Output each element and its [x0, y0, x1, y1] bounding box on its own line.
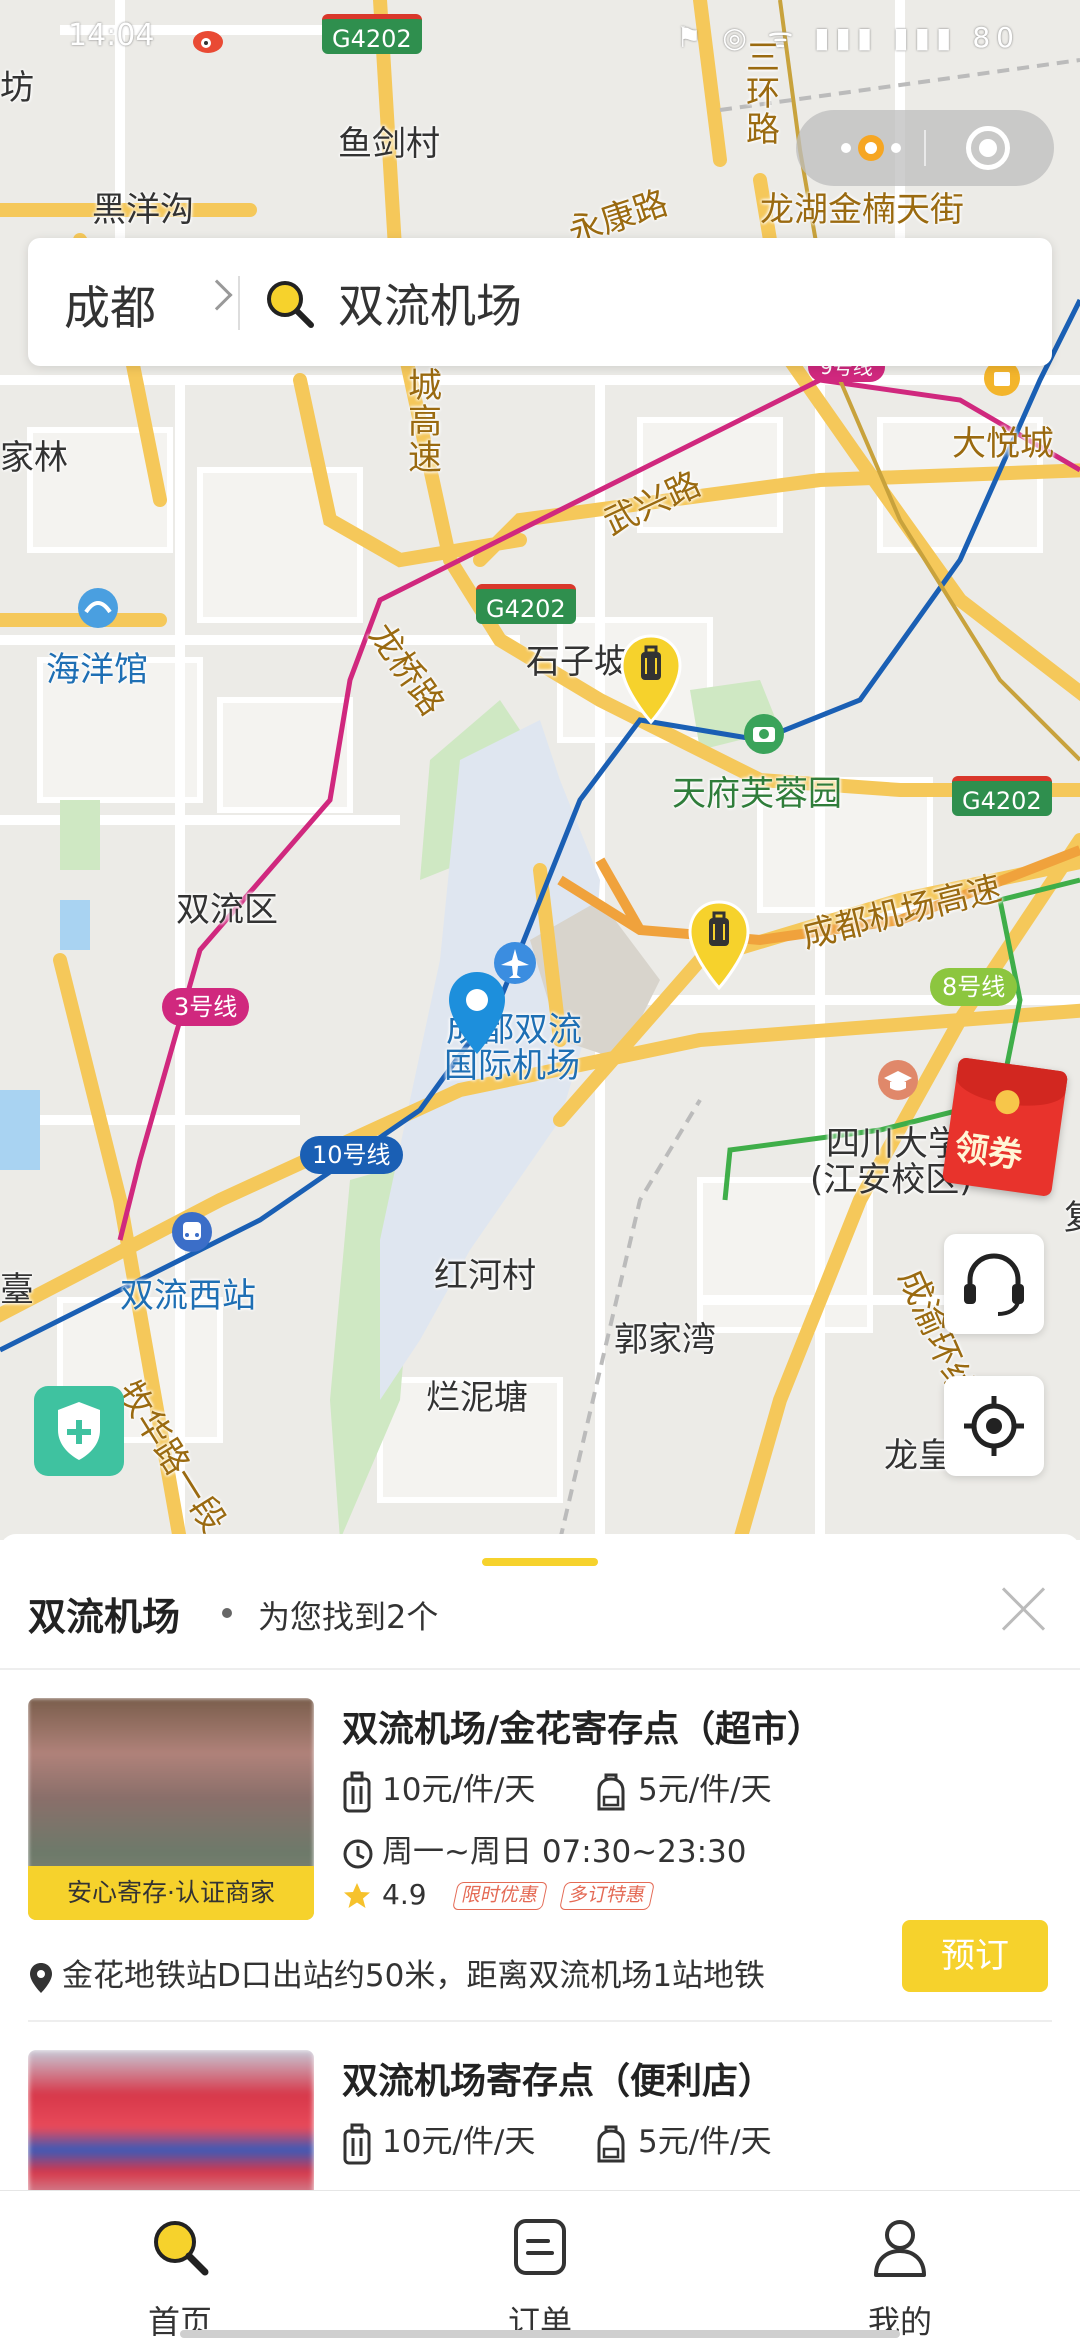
bag-price-text: 5元/件/天 [638, 1772, 772, 1808]
bag-price-text: 5元/件/天 [638, 2124, 772, 2160]
tab-orders[interactable]: 订单 [440, 2191, 640, 2340]
bottom-tab-bar: 首页 订单 我的 [0, 2190, 1080, 2340]
search-divider [238, 276, 240, 330]
results-sheet[interactable]: 双流机场 为您找到2个 安心寄存·认证商家 双流机场/金花寄存点（超市） 10元… [0, 1534, 1080, 2194]
destination-location-pin[interactable] [446, 970, 508, 1058]
promo-tag: 限时优惠 [452, 1882, 549, 1910]
map-label-chenggao: 城高速 [408, 366, 442, 478]
tab-mine[interactable]: 我的 [800, 2191, 1000, 2340]
opening-hours: 周一~周日 07:30~23:30 [342, 1826, 746, 1871]
luggage-price-text: 10元/件/天 [382, 1772, 536, 1808]
luggage-location-pin[interactable] [618, 634, 684, 726]
coupon-red-envelope[interactable]: 领券 [941, 1056, 1069, 1198]
orders-icon [514, 2219, 566, 2275]
chevron-right-icon [201, 279, 233, 311]
more-options-icon[interactable] [836, 128, 906, 168]
map-label-edge-zhang: 臺 [0, 1270, 34, 1310]
map-label-lanni: 烂泥塘 [426, 1378, 528, 1418]
title-separator-dot [222, 1608, 232, 1618]
customer-service-button[interactable] [944, 1234, 1044, 1334]
weibo-notification-icon [193, 31, 223, 53]
highway-shield: G4202 [476, 584, 576, 624]
metro-line-10-badge: 10号线 [300, 1136, 403, 1174]
university-icon [878, 1060, 918, 1100]
map-label-dayue: 大悦城 [952, 424, 1054, 464]
card-divider [28, 2020, 1052, 2022]
map-label-shizi: 石子坡 [526, 642, 628, 682]
rating-row: 4.9 限时优惠 多订特惠 [342, 1878, 656, 1911]
star-icon [344, 1883, 370, 1908]
certified-badge: 安心寄存·认证商家 [28, 1866, 314, 1920]
book-button[interactable]: 预订 [902, 1920, 1048, 1992]
luggage-location-pin[interactable] [686, 900, 752, 992]
map-label-heiyang: 黑洋沟 [92, 190, 194, 230]
safety-button[interactable] [34, 1386, 124, 1476]
map-label-shuangliu-west: 双流西站 [120, 1276, 256, 1316]
metro-line-8-badge: 8号线 [930, 968, 1018, 1006]
park-camera-icon [744, 714, 784, 754]
bag-price: 5元/件/天 [594, 1764, 772, 1813]
luggage-price: 10元/件/天 [342, 1764, 535, 1813]
status-bar: 14:04 ⚑ ◎ ᯤ ▮▮▮ ▮▮▮ 80 [0, 0, 1080, 80]
hours-text: 周一~周日 07:30~23:30 [382, 1834, 747, 1870]
miniprogram-capsule[interactable] [796, 110, 1054, 186]
map-label-shuangliu-district: 双流区 [176, 890, 278, 930]
train-station-icon [172, 1212, 212, 1252]
luggage-price-text: 10元/件/天 [382, 2124, 536, 2160]
storage-photo: 安心寄存·认证商家 [28, 1698, 314, 1920]
header-divider [0, 1668, 1080, 1670]
coupon-label: 领券 [951, 1127, 1025, 1177]
backpack-icon [597, 2125, 625, 2162]
search-home-icon [154, 2221, 209, 2276]
close-miniprogram-icon[interactable] [966, 126, 1010, 170]
city-selector[interactable]: 成都 [64, 272, 156, 338]
capsule-divider [924, 130, 926, 166]
crosshair-icon [964, 1396, 1024, 1456]
sheet-drag-handle[interactable] [482, 1558, 598, 1566]
storage-photo [28, 2050, 314, 2194]
bag-price: 5元/件/天 [594, 2116, 772, 2165]
shield-plus-icon [58, 1402, 100, 1460]
status-icons: ⚑ ◎ ᯤ ▮▮▮ ▮▮▮ 80 [676, 21, 1020, 54]
promo-tag: 多订特惠 [559, 1882, 656, 1910]
map-label-guojia: 郭家湾 [614, 1320, 716, 1360]
rating-value: 4.9 [382, 1878, 427, 1911]
aquarium-icon [78, 588, 118, 628]
backpack-icon [597, 1773, 625, 1810]
map-view[interactable]: 鱼剑村 黑洋沟 永康路 三环路 龙湖金楠天街 坊 家林 城高速 武兴路 大悦城 … [0, 0, 1080, 1540]
map-label-tianfu: 天府芙蓉园 [672, 774, 842, 814]
locate-me-button[interactable] [944, 1376, 1044, 1476]
map-label-jialin: 家林 [0, 438, 68, 478]
clock-icon [343, 1839, 373, 1868]
search-icon [267, 281, 314, 328]
map-label-longhu: 龙湖金楠天街 [760, 190, 964, 230]
location-pin-icon [30, 1962, 52, 1993]
map-label-yujian: 鱼剑村 [338, 124, 440, 164]
home-indicator[interactable] [180, 2330, 900, 2338]
results-title: 双流机场 [28, 1595, 181, 1639]
storage-name[interactable]: 双流机场寄存点（便利店） [342, 2052, 774, 2104]
search-query[interactable]: 双流机场 [338, 270, 522, 336]
address-text: 金花地铁站D口出站约50米，距离双流机场1站地铁 [62, 1958, 766, 1994]
map-label-honghe: 红河村 [434, 1256, 536, 1296]
search-bar[interactable]: 成都 双流机场 [28, 238, 1052, 366]
close-icon[interactable] [1000, 1584, 1048, 1632]
storage-name[interactable]: 双流机场/金花寄存点（超市） [342, 1700, 823, 1752]
luggage-price: 10元/件/天 [342, 2116, 535, 2165]
metro-line-3-badge: 3号线 [162, 988, 250, 1026]
map-label-edge-fu: 复 [1064, 1190, 1080, 1239]
results-count: 为您找到2个 [258, 1598, 439, 1636]
map-label-haiyang: 海洋馆 [46, 650, 148, 690]
status-time: 14:04 [68, 18, 155, 53]
suitcase-icon [343, 2123, 371, 2164]
user-profile-icon [874, 2220, 926, 2277]
map-label-longhuang: 龙皇 [884, 1436, 952, 1476]
headset-icon [964, 1253, 1024, 1316]
tab-home[interactable]: 首页 [80, 2191, 280, 2340]
highway-shield: G4202 [952, 776, 1052, 816]
storage-address: 金花地铁站D口出站约50米，距离双流机场1站地铁 [28, 1950, 765, 1995]
suitcase-icon [343, 1771, 371, 1812]
